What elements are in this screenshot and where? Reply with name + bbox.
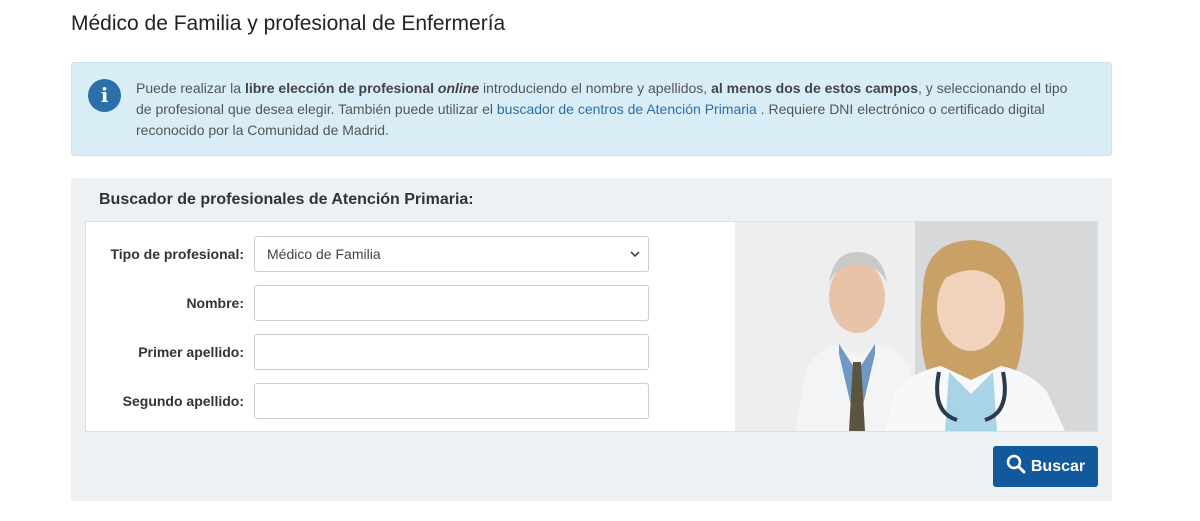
search-icon (1006, 454, 1026, 479)
info-text-part: Puede realizar la (136, 80, 245, 96)
doctors-photo (735, 222, 1097, 431)
row-apellido2: Segundo apellido: (86, 383, 736, 419)
row-apellido1: Primer apellido: (86, 334, 736, 370)
tipo-select[interactable]: Médico de Familia (254, 236, 649, 272)
search-form: Tipo de profesional: Médico de Familia N… (85, 221, 1098, 432)
row-tipo: Tipo de profesional: Médico de Familia (86, 236, 736, 272)
primer-apellido-label: Primer apellido: (138, 344, 244, 360)
nombre-label: Nombre: (186, 295, 244, 311)
search-panel: Buscador de profesionales de Atención Pr… (71, 178, 1112, 501)
chevron-down-icon (630, 237, 640, 285)
info-alert: i Puede realizar la libre elección de pr… (71, 62, 1112, 156)
centros-link[interactable]: buscador de centros de Atención Primaria (497, 101, 757, 117)
segundo-apellido-label: Segundo apellido: (122, 393, 244, 409)
info-text-italic: online (437, 80, 480, 96)
buscar-button[interactable]: Buscar (993, 446, 1098, 487)
info-text-bold: al menos dos de estos campos (711, 80, 919, 96)
info-text-bold: libre elección de profesional (244, 80, 438, 96)
info-text: Puede realizar la libre elección de prof… (136, 78, 1086, 141)
panel-title: Buscador de profesionales de Atención Pr… (99, 191, 474, 208)
primer-apellido-input[interactable] (254, 334, 649, 370)
tipo-label: Tipo de profesional: (110, 246, 244, 262)
info-icon: i (88, 79, 121, 112)
page-title: Médico de Familia y profesional de Enfer… (71, 12, 506, 35)
buscar-button-label: Buscar (1030, 457, 1086, 475)
nombre-input[interactable] (254, 285, 649, 321)
tipo-select-value: Médico de Familia (267, 246, 381, 262)
row-nombre: Nombre: (86, 285, 736, 321)
segundo-apellido-input[interactable] (254, 383, 649, 419)
info-text-part: introduciendo el nombre y apellidos, (479, 80, 712, 96)
